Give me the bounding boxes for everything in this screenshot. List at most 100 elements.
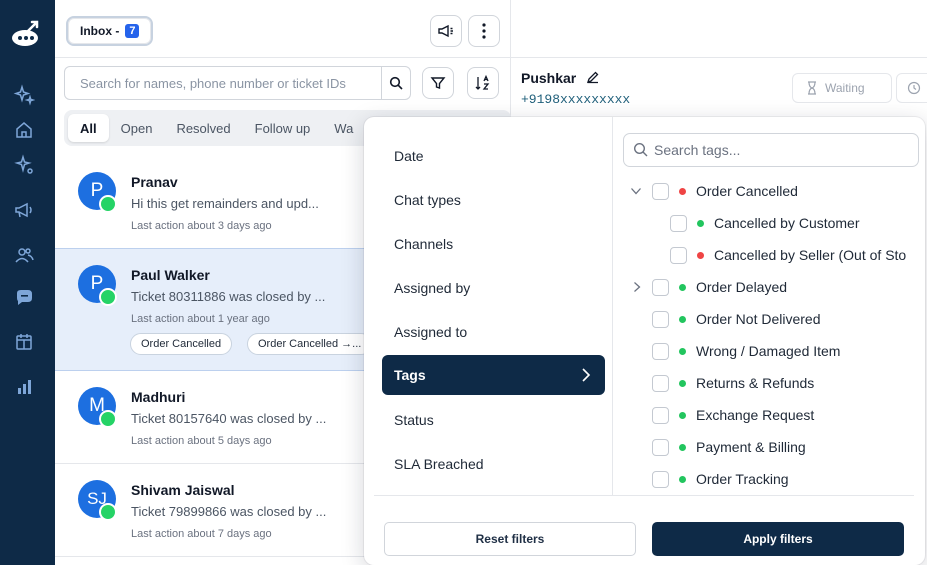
waiting-status-button[interactable]: Waiting xyxy=(792,73,892,103)
tag-color-dot xyxy=(679,379,686,387)
filter-categories: Date Chat types Channels Assigned by Ass… xyxy=(364,117,613,495)
inbox-count-badge: 7 xyxy=(125,24,140,38)
tag-color-dot xyxy=(679,443,686,451)
tag-label: Cancelled by Customer xyxy=(714,215,860,231)
tag-label: Order Not Delivered xyxy=(696,311,821,327)
detail-header xyxy=(511,0,927,58)
tab-waiting[interactable]: Wa xyxy=(322,114,365,142)
snooze-button[interactable] xyxy=(896,73,927,103)
kebab-menu-icon xyxy=(482,23,486,39)
tag-search-input[interactable] xyxy=(654,134,916,166)
filter-category-chat-types[interactable]: Chat types xyxy=(382,180,605,220)
tag-option[interactable]: Order Tracking xyxy=(652,467,789,491)
tag-option[interactable]: Cancelled by Customer xyxy=(670,211,860,235)
nav-rail xyxy=(0,0,55,565)
apply-filters-button[interactable]: Apply filters xyxy=(652,522,904,556)
tag-label: Order Cancelled xyxy=(696,183,798,199)
search-button[interactable] xyxy=(381,67,410,99)
tab-follow-up[interactable]: Follow up xyxy=(243,114,323,142)
tag-color-dot xyxy=(679,315,686,323)
tag-checkbox[interactable] xyxy=(652,310,669,328)
tag-label: Returns & Refunds xyxy=(696,375,815,391)
tag-option[interactable]: Exchange Request xyxy=(652,403,814,427)
tag-checkbox[interactable] xyxy=(652,374,669,392)
contact-name-header: Pushkar xyxy=(521,70,600,86)
home-icon[interactable] xyxy=(13,119,35,141)
filter-category-sla-breached[interactable]: SLA Breached xyxy=(382,444,605,484)
inbox-topbar: Inbox - 7 xyxy=(55,0,511,58)
tag-color-dot xyxy=(679,283,686,291)
app-logo-icon[interactable] xyxy=(10,18,42,50)
last-action-time: Last action about 5 days ago xyxy=(131,435,272,447)
tab-resolved[interactable]: Resolved xyxy=(164,114,242,142)
whatsapp-icon xyxy=(99,410,117,428)
tag-option[interactable]: Order Not Delivered xyxy=(652,307,821,331)
chat-icon[interactable] xyxy=(13,287,35,309)
megaphone-icon[interactable] xyxy=(13,199,35,221)
chevron-right-icon[interactable] xyxy=(631,281,643,293)
reset-filters-button[interactable]: Reset filters xyxy=(384,522,636,556)
tag-label: Cancelled by Seller (Out of Sto xyxy=(714,247,907,263)
tag-color-dot xyxy=(679,187,686,195)
last-action-time: Last action about 7 days ago xyxy=(131,528,272,540)
waiting-label: Waiting xyxy=(825,81,865,95)
last-message: Ticket 80311886 was closed by ... xyxy=(131,289,326,304)
announcement-button[interactable] xyxy=(430,15,462,47)
sort-button[interactable] xyxy=(467,67,499,99)
tag-option[interactable]: Payment & Billing xyxy=(652,435,806,459)
tag-checkbox[interactable] xyxy=(652,438,669,456)
filter-category-status[interactable]: Status xyxy=(382,400,605,440)
inbox-selector[interactable]: Inbox - 7 xyxy=(66,16,154,46)
filter-category-date[interactable]: Date xyxy=(382,136,605,176)
analytics-icon[interactable] xyxy=(13,376,35,398)
tab-all[interactable]: All xyxy=(68,114,109,142)
tag-color-dot xyxy=(679,411,686,419)
filter-category-tags[interactable]: Tags xyxy=(382,355,605,395)
tag-checkbox[interactable] xyxy=(670,214,687,232)
filter-category-assigned-by[interactable]: Assigned by xyxy=(382,268,605,308)
sort-az-icon xyxy=(475,74,490,90)
inbox-label: Inbox - xyxy=(80,24,120,38)
filter-button[interactable] xyxy=(422,67,454,99)
filter-category-channels[interactable]: Channels xyxy=(382,224,605,264)
contact-name: Shivam Jaiswal xyxy=(131,482,235,498)
tag-color-dot xyxy=(679,347,686,355)
catalog-icon[interactable] xyxy=(13,331,35,353)
contact-name: Pranav xyxy=(131,174,178,190)
tag-label: Payment & Billing xyxy=(696,439,806,455)
tag-checkbox[interactable] xyxy=(670,246,687,264)
tag-option[interactable]: Wrong / Damaged Item xyxy=(652,339,840,363)
tag-option[interactable]: Order Cancelled xyxy=(652,179,798,203)
tag-search xyxy=(623,133,919,167)
tag-chip[interactable]: Order Cancelled xyxy=(130,333,233,355)
last-message: Ticket 79899866 was closed by ... xyxy=(131,504,327,519)
last-message: Hi this get remainders and upd... xyxy=(131,196,319,211)
more-options-button[interactable] xyxy=(468,15,500,47)
tag-option[interactable]: Returns & Refunds xyxy=(652,371,814,395)
contact-name: Paul Walker xyxy=(131,267,210,283)
tag-checkbox[interactable] xyxy=(652,406,669,424)
filter-category-assigned-to[interactable]: Assigned to xyxy=(382,312,605,352)
last-action-time: Last action about 1 year ago xyxy=(131,313,270,325)
filter-dropdown: Date Chat types Channels Assigned by Ass… xyxy=(364,117,925,565)
funnel-icon xyxy=(430,77,446,89)
filter-category-label: Tags xyxy=(394,367,426,383)
last-action-time: Last action about 3 days ago xyxy=(131,220,272,232)
tag-checkbox[interactable] xyxy=(652,470,669,488)
whatsapp-icon xyxy=(99,503,117,521)
tag-chip[interactable]: Order Cancelled →... xyxy=(247,333,373,355)
tag-option[interactable]: Cancelled by Seller (Out of Sto xyxy=(670,243,906,267)
tag-checkbox[interactable] xyxy=(652,342,669,360)
automation-icon[interactable] xyxy=(13,154,35,176)
tag-checkbox[interactable] xyxy=(652,278,669,296)
chevron-down-icon[interactable] xyxy=(630,185,642,197)
tag-checkbox[interactable] xyxy=(652,182,669,200)
whatsapp-icon xyxy=(99,195,117,213)
edit-pencil-icon[interactable] xyxy=(586,70,600,84)
search-input[interactable] xyxy=(65,67,383,99)
tag-option[interactable]: Order Delayed xyxy=(652,275,787,299)
contacts-icon[interactable] xyxy=(13,244,35,266)
sparkles-icon[interactable] xyxy=(13,84,35,106)
tag-color-dot xyxy=(697,251,704,259)
tab-open[interactable]: Open xyxy=(109,114,165,142)
